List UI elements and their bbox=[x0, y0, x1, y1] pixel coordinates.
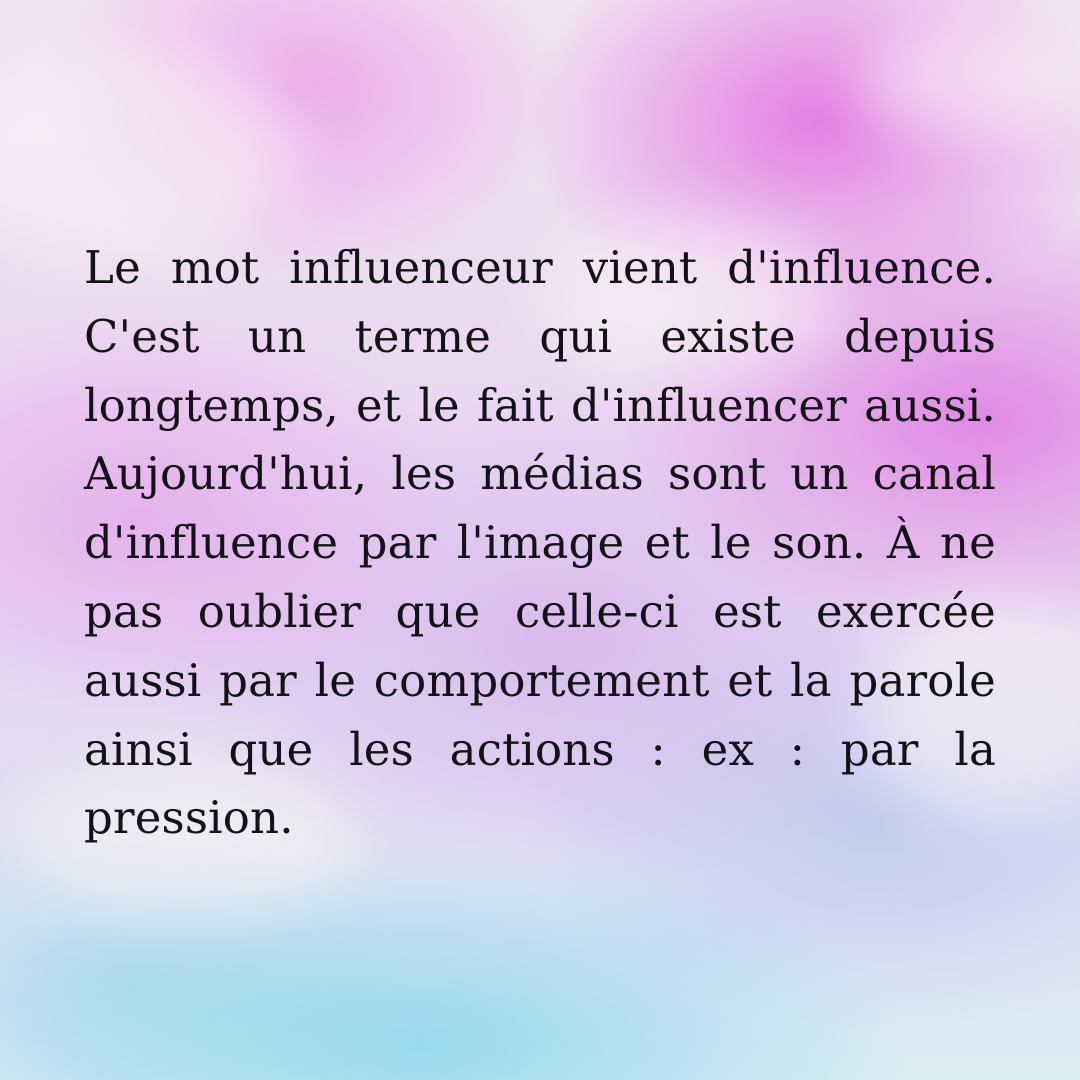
watercolor-background: Le mot influenceur vient d'influence. C'… bbox=[0, 0, 1080, 1080]
background-light-wash bbox=[860, 20, 1080, 140]
post-body-text: Le mot influenceur vient d'influence. C'… bbox=[84, 241, 996, 845]
background-light-wash bbox=[0, 40, 300, 260]
